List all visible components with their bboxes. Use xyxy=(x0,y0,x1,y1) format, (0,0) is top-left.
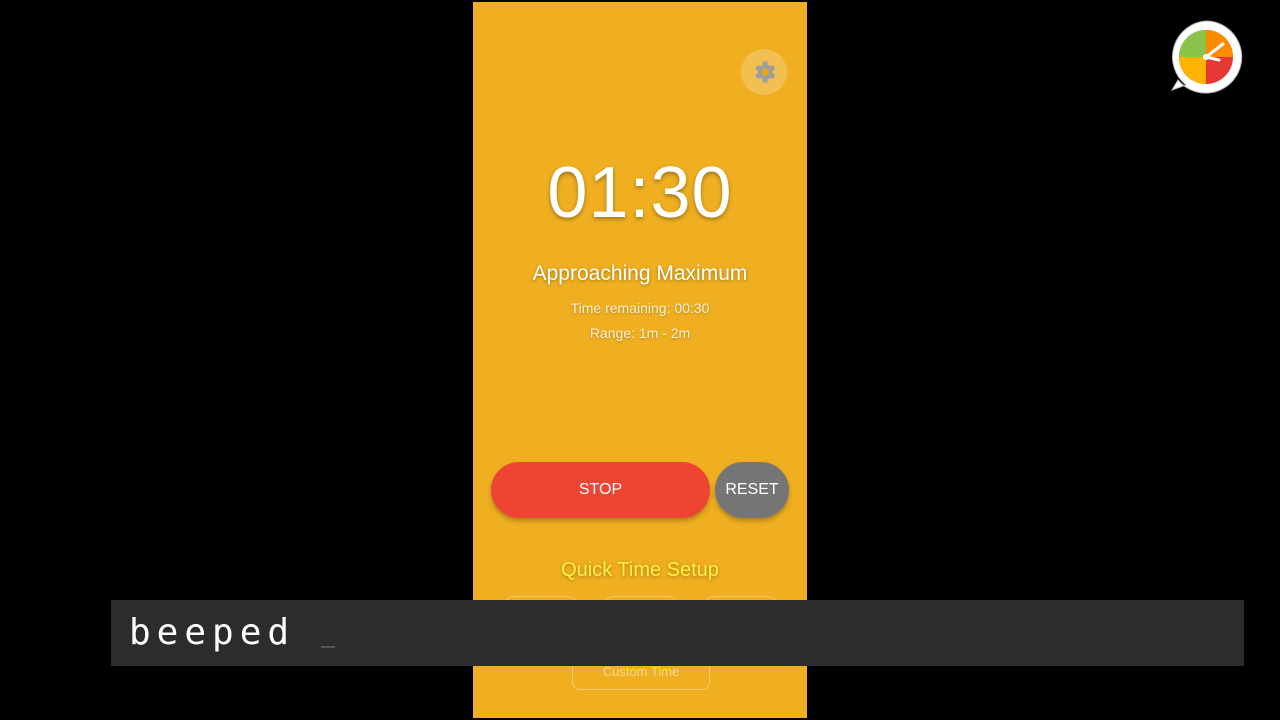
typing-cursor xyxy=(321,646,335,648)
settings-button[interactable] xyxy=(741,49,787,95)
quick-time-setup-title: Quick Time Setup xyxy=(561,559,719,581)
subtitle-text: beeped xyxy=(129,612,296,653)
timer-status: Approaching Maximum xyxy=(532,262,748,285)
time-range: Range: 1m - 2m xyxy=(589,325,691,341)
stop-button[interactable]: STOP xyxy=(491,462,710,518)
time-remaining: Time remaining: 00:30 xyxy=(570,300,710,316)
timer-logo-icon xyxy=(1167,18,1245,96)
subtitle-bar: beeped xyxy=(111,600,1244,666)
timer-display: 01:30 xyxy=(547,153,733,233)
gear-icon xyxy=(755,61,776,83)
reset-button[interactable]: RESET xyxy=(715,462,789,518)
